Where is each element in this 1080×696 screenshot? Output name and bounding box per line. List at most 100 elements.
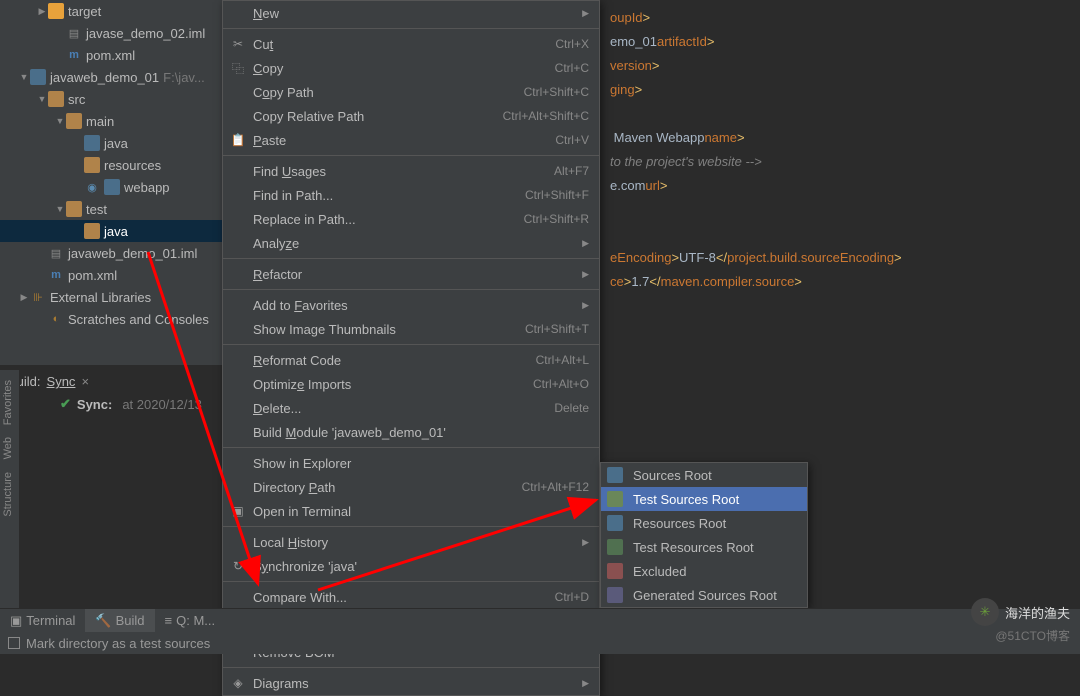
menu-label: Reformat Code	[247, 353, 536, 368]
tree-item[interactable]: m pom.xml	[0, 44, 225, 66]
menu-label: Directory Path	[247, 480, 522, 495]
tree-label: pom.xml	[86, 48, 135, 63]
side-tab-web[interactable]: Web	[0, 431, 16, 465]
expand-icon[interactable]: ▼	[18, 72, 30, 82]
menu-item[interactable]: Replace in Path...Ctrl+Shift+R	[223, 207, 599, 231]
expand-icon[interactable]: ▼	[36, 94, 48, 104]
menu-item[interactable]: Copy PathCtrl+Shift+C	[223, 80, 599, 104]
menu-item[interactable]: Refactor▶	[223, 262, 599, 286]
tree-label: javaweb_demo_01.iml	[68, 246, 197, 261]
maven-icon: m	[66, 47, 82, 63]
folder-icon	[84, 157, 100, 173]
context-menu[interactable]: New▶✂CutCtrl+X⿻CopyCtrl+CCopy PathCtrl+S…	[222, 0, 600, 696]
menu-item[interactable]: ✂CutCtrl+X	[223, 32, 599, 56]
menu-item[interactable]: 📋PasteCtrl+V	[223, 128, 599, 152]
menu-item[interactable]: Find in Path...Ctrl+Shift+F	[223, 183, 599, 207]
expand-icon[interactable]: ▼	[54, 204, 66, 214]
tree-label: test	[86, 202, 107, 217]
tree-item[interactable]: resources	[0, 154, 225, 176]
menu-item[interactable]: ↻Synchronize 'java'	[223, 554, 599, 578]
submenu-item[interactable]: Test Sources Root	[601, 487, 807, 511]
wechat-icon: ✳	[971, 598, 999, 626]
tree-item[interactable]: ▼ src	[0, 88, 225, 110]
expand-icon[interactable]: ▶	[36, 6, 48, 17]
menu-item[interactable]: ▣Open in Terminal	[223, 499, 599, 523]
tree-item[interactable]: mpom.xml	[0, 264, 225, 286]
tree-item[interactable]: ▶target	[0, 0, 225, 22]
submenu-item[interactable]: Test Resources Root	[601, 535, 807, 559]
tree-item[interactable]: ▶⊪ External Libraries	[0, 286, 225, 308]
tree-item[interactable]: ▤ javaweb_demo_01.iml	[0, 242, 225, 264]
menu-item[interactable]: Reformat CodeCtrl+Alt+L	[223, 348, 599, 372]
status-checkbox[interactable]	[8, 637, 20, 649]
menu-item[interactable]: Delete...Delete	[223, 396, 599, 420]
tree-item[interactable]: ▼ test	[0, 198, 225, 220]
close-icon[interactable]: ×	[81, 374, 89, 389]
tree-item[interactable]: ▼ main	[0, 110, 225, 132]
submenu-label: Generated Sources Root	[633, 588, 777, 603]
menu-item[interactable]: ◈Diagrams▶	[223, 671, 599, 695]
tree-item[interactable]: ▤javase_demo_02.iml	[0, 22, 225, 44]
menu-item[interactable]: Show in Explorer	[223, 451, 599, 475]
expand-icon[interactable]: ▼	[54, 116, 66, 126]
side-tab-favorites[interactable]: Favorites	[0, 374, 16, 431]
submenu-item[interactable]: Sources Root	[601, 463, 807, 487]
menu-label: Delete...	[247, 401, 554, 416]
tab-terminal[interactable]: ▣ Terminal	[0, 609, 85, 632]
menu-item[interactable]: Optimize ImportsCtrl+Alt+O	[223, 372, 599, 396]
folder-icon	[607, 491, 623, 507]
menu-item[interactable]: Copy Relative PathCtrl+Alt+Shift+C	[223, 104, 599, 128]
submenu-arrow-icon: ▶	[582, 678, 589, 689]
maven-icon: m	[48, 267, 64, 283]
submenu-item[interactable]: Excluded	[601, 559, 807, 583]
menu-item[interactable]: New▶	[223, 1, 599, 25]
tree-label: External Libraries	[50, 290, 151, 305]
menu-item[interactable]: Find UsagesAlt+F7	[223, 159, 599, 183]
menu-icon: ⿻	[229, 60, 247, 77]
tree-item[interactable]: ▼javaweb_demo_01F:\jav...	[0, 66, 225, 88]
menu-shortcut: Ctrl+X	[555, 37, 589, 51]
file-icon: ▤	[48, 245, 64, 261]
menu-item[interactable]: Local History▶	[223, 530, 599, 554]
menu-shortcut: Ctrl+D	[555, 590, 589, 604]
menu-item[interactable]: Show Image ThumbnailsCtrl+Shift+T	[223, 317, 599, 341]
menu-shortcut: Ctrl+V	[555, 133, 589, 147]
editor[interactable]: oupId>emo_01artifactId>version>ging> Mav…	[600, 0, 1080, 360]
menu-item[interactable]: Directory PathCtrl+Alt+F12	[223, 475, 599, 499]
tab-q[interactable]: ≡ Q: M...	[155, 609, 226, 632]
menu-item[interactable]: ⿻CopyCtrl+C	[223, 56, 599, 80]
menu-item[interactable]: Analyze▶	[223, 231, 599, 255]
submenu-item[interactable]: Generated Sources Root	[601, 583, 807, 607]
submenu-item[interactable]: Resources Root	[601, 511, 807, 535]
menu-icon: 📋	[229, 133, 247, 147]
side-tab-structure[interactable]: Structure	[0, 466, 16, 523]
tree-label: webapp	[124, 180, 170, 195]
tree-label: javaweb_demo_01	[50, 70, 159, 85]
tree-item[interactable]: java	[0, 220, 225, 242]
tree-label: src	[68, 92, 85, 107]
tree-label: java	[104, 224, 128, 239]
tree-item[interactable]: ◉webapp	[0, 176, 225, 198]
menu-item[interactable]: Compare With...Ctrl+D	[223, 585, 599, 609]
menu-item[interactable]: Build Module 'javaweb_demo_01'	[223, 420, 599, 444]
menu-label: Local History	[247, 535, 582, 550]
build-sync-tab[interactable]: Sync	[47, 374, 76, 389]
menu-label: Copy Path	[247, 85, 524, 100]
menu-item[interactable]: Add to Favorites▶	[223, 293, 599, 317]
folder-icon	[607, 563, 623, 579]
menu-label: Find in Path...	[247, 188, 525, 203]
project-tree[interactable]: ▶target▤javase_demo_02.imlmpom.xml▼javaw…	[0, 0, 225, 365]
library-icon: ⊪	[30, 289, 46, 305]
tab-build[interactable]: 🔨 Build	[85, 609, 154, 632]
watermark-sub: @51CTO博客	[995, 627, 1070, 644]
folder-icon	[607, 467, 623, 483]
menu-shortcut: Ctrl+Shift+R	[524, 212, 589, 226]
check-icon: ✔	[60, 396, 71, 412]
tree-item[interactable]: java	[0, 132, 225, 154]
tree-label: main	[86, 114, 114, 129]
expand-icon[interactable]: ▶	[18, 292, 30, 303]
menu-shortcut: Ctrl+C	[555, 61, 589, 75]
folder-icon	[607, 587, 623, 603]
tree-item[interactable]: ◐Scratches and Consoles	[0, 308, 225, 330]
mark-directory-submenu[interactable]: Sources RootTest Sources RootResources R…	[600, 462, 808, 608]
